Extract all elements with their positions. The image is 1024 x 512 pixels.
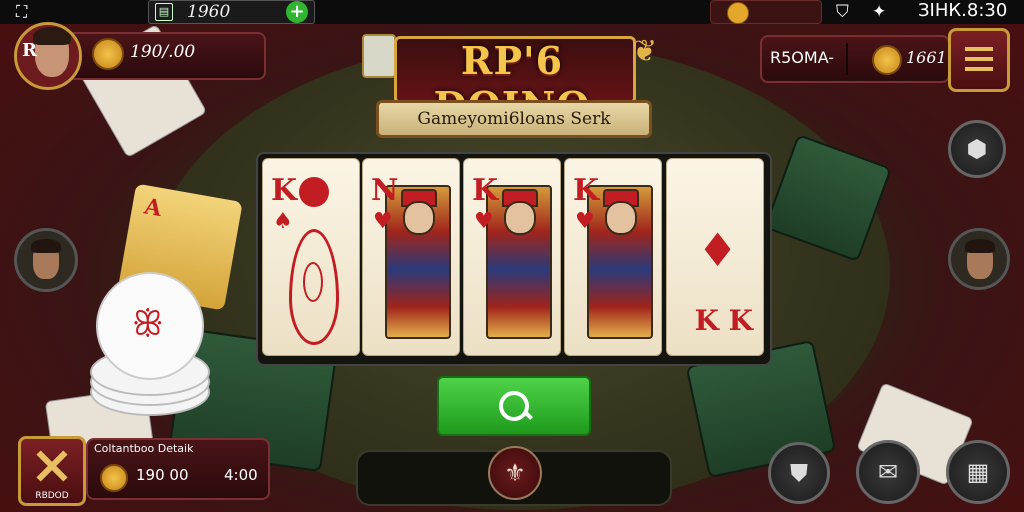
coin-icon xyxy=(100,464,128,492)
top-chip-counter[interactable]: ▤ 1960 + xyxy=(148,0,315,24)
opponent-avatar-left[interactable] xyxy=(14,228,78,292)
game-subtitle: Gameyomi6loans Serk xyxy=(376,100,652,138)
shop-button[interactable]: ▦ xyxy=(946,440,1010,504)
avatar-letter: R xyxy=(22,40,37,61)
coin-icon xyxy=(727,2,749,24)
detail-panel[interactable]: Coltantboo Detaik 190 00 4:00 xyxy=(86,438,270,500)
player-avatar[interactable]: R xyxy=(14,22,82,90)
tools-label: RBDOD xyxy=(35,491,69,501)
room-panel[interactable]: R5OMA- 1661 xyxy=(760,35,950,83)
shield-button[interactable]: ⛊ xyxy=(768,442,830,504)
clock-time: ЗІНК.8:30 xyxy=(918,0,1008,21)
player-coins: 190/.00 xyxy=(130,42,196,62)
chip-box-icon: ▤ xyxy=(155,3,173,21)
search-button[interactable] xyxy=(437,376,591,436)
coin-icon xyxy=(92,38,124,70)
opponent-avatar-right[interactable] xyxy=(948,228,1010,290)
coin-icon xyxy=(872,45,902,75)
detail-header: Coltantboo Detaik xyxy=(94,442,194,455)
card-1[interactable]: K ♠ xyxy=(262,158,360,356)
detail-time: 4:00 xyxy=(224,466,258,484)
search-icon xyxy=(499,391,529,421)
add-chips-button[interactable]: + xyxy=(286,1,308,23)
room-label: R5OMA- xyxy=(770,48,835,67)
bird-icon[interactable]: ✦ xyxy=(872,2,886,22)
chip-stack: ꕥ xyxy=(90,272,210,416)
wing-icon: ❦ xyxy=(632,34,658,69)
portrait-icon xyxy=(362,34,396,78)
top-coin-bar xyxy=(710,0,822,24)
menu-icon xyxy=(965,47,993,51)
shield-icon[interactable]: ⛉ xyxy=(836,2,849,22)
dice-icon: ⛶ xyxy=(16,2,28,21)
top-chip-value: 1960 xyxy=(187,2,231,22)
divider xyxy=(846,43,848,75)
card-4[interactable]: K ♥ xyxy=(564,158,662,356)
detail-amount: 190 00 xyxy=(136,466,189,484)
mail-button[interactable]: ✉ xyxy=(856,440,920,504)
card-5[interactable]: ♦ K K xyxy=(666,158,764,356)
card-3[interactable]: K ♥ xyxy=(463,158,561,356)
card-2[interactable]: N ♥ xyxy=(362,158,460,356)
room-coins: 1661 xyxy=(906,48,947,67)
tools-button[interactable]: RBDOD xyxy=(18,436,86,506)
emblem-button[interactable]: ⚜ xyxy=(488,446,542,500)
menu-button[interactable] xyxy=(948,28,1010,92)
puzzle-button[interactable]: ⬢ xyxy=(948,120,1006,178)
